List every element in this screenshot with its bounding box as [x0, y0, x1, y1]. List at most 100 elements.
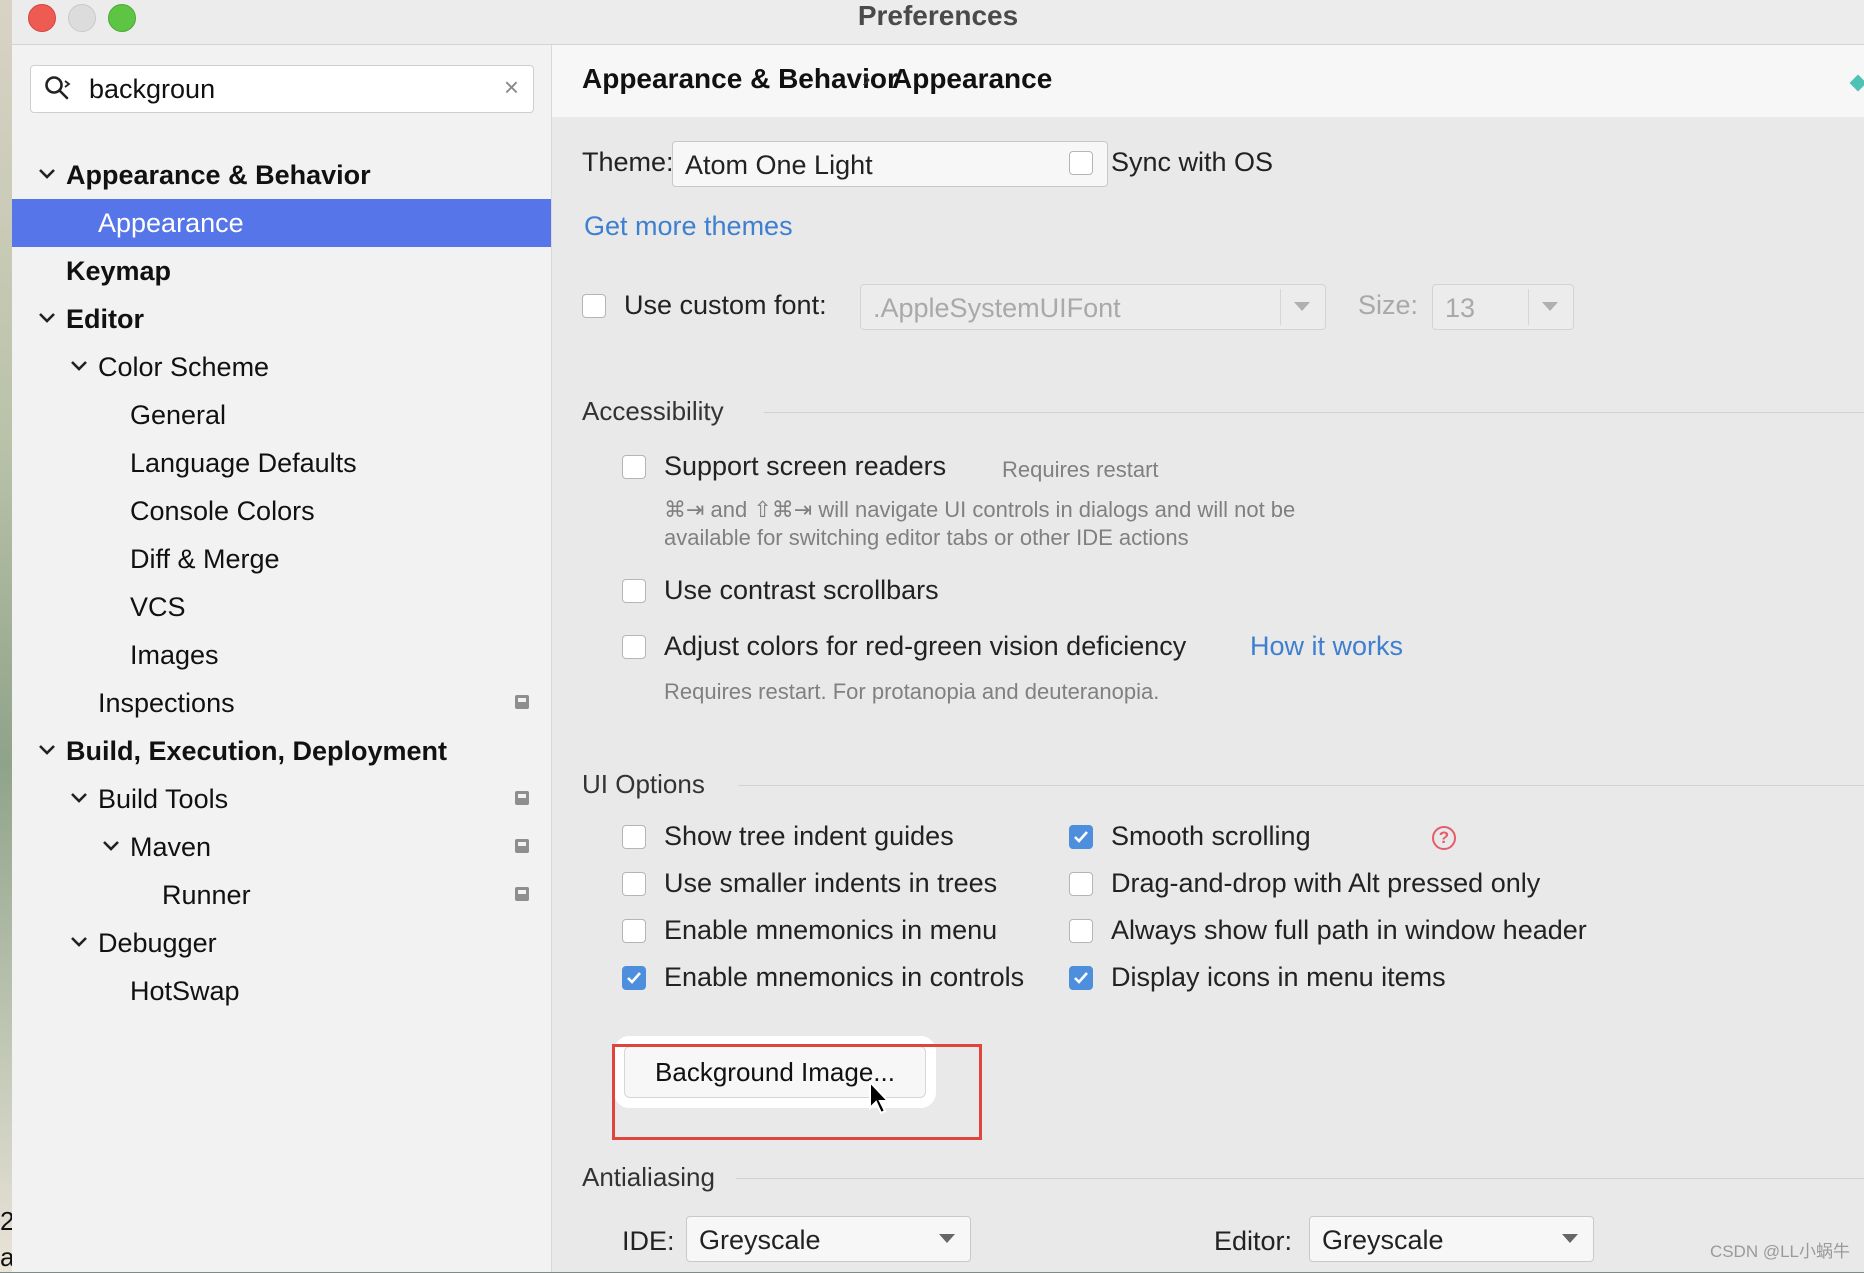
font-size-label: Size:	[1358, 290, 1419, 320]
tree-item-label: General	[130, 400, 227, 430]
tree-item-label: HotSwap	[130, 976, 240, 1006]
chevron-down-icon[interactable]	[38, 151, 58, 199]
clear-search-icon[interactable]: ×	[504, 72, 519, 103]
tree-item-keymap[interactable]: Keymap	[12, 247, 551, 295]
how-it-works-link[interactable]: How it works	[1250, 631, 1403, 662]
tree-item-build-tools[interactable]: Build Tools	[12, 775, 551, 823]
tree-item-label: Maven	[130, 832, 212, 862]
ide-antialiasing-dropdown[interactable]: Greyscale	[686, 1216, 971, 1262]
search-icon	[43, 74, 73, 104]
sync-with-os-checkbox[interactable]	[1069, 151, 1093, 175]
tree-item-label: Keymap	[66, 256, 172, 286]
chevron-down-icon[interactable]	[38, 727, 58, 775]
project-settings-icon	[515, 695, 529, 709]
tree-item-language-defaults[interactable]: Language Defaults	[12, 439, 551, 487]
ui-option-checkbox[interactable]	[622, 825, 646, 849]
antialiasing-section-title: Antialiasing	[582, 1162, 715, 1192]
ui-option-label: Use smaller indents in trees	[664, 868, 998, 898]
ide-antialiasing-label: IDE:	[622, 1226, 675, 1256]
tree-item-label: Images	[130, 640, 219, 670]
color-deficiency-label: Adjust colors for red-green vision defic…	[664, 631, 1187, 661]
chevron-down-icon[interactable]	[70, 919, 90, 967]
tree-item-appearance[interactable]: Appearance	[12, 199, 551, 247]
project-settings-icon	[515, 791, 529, 805]
watermark: CSDN @LL小蜗牛	[1709, 1242, 1850, 1261]
tree-item-color-scheme[interactable]: Color Scheme	[12, 343, 551, 391]
ui-option-checkbox[interactable]	[1069, 825, 1093, 849]
ui-option-label: Drag-and-drop with Alt pressed only	[1111, 868, 1541, 898]
tree-item-general[interactable]: General	[12, 391, 551, 439]
ui-option-checkbox[interactable]	[622, 872, 646, 896]
chevron-down-icon[interactable]	[70, 775, 90, 823]
window-title: Preferences	[857, 0, 1019, 31]
contrast-scrollbars-checkbox[interactable]	[622, 579, 646, 603]
contrast-scrollbars-label: Use contrast scrollbars	[664, 575, 939, 605]
breadcrumb: Appearance & Behavior › Appearance	[552, 45, 1864, 117]
ui-option-label: Enable mnemonics in controls	[664, 962, 1025, 992]
project-settings-icon	[515, 887, 529, 901]
tree-item-editor[interactable]: Editor	[12, 295, 551, 343]
tree-item-label: Appearance & Behavior	[66, 160, 371, 190]
theme-label: Theme:	[582, 147, 674, 177]
ui-option-checkbox[interactable]	[622, 966, 646, 990]
tree-item-label: Debugger	[98, 928, 217, 958]
ui-option-checkbox[interactable]	[622, 919, 646, 943]
diamond-icon	[1849, 74, 1864, 92]
chevron-down-icon[interactable]	[70, 343, 90, 391]
tree-item-vcs[interactable]: VCS	[12, 583, 551, 631]
theme-value: Atom One Light	[685, 150, 873, 180]
tree-item-label: Inspections	[98, 688, 235, 718]
section-divider	[738, 785, 1864, 786]
get-more-themes-link[interactable]: Get more themes	[584, 211, 793, 242]
accessibility-section-title: Accessibility	[582, 396, 724, 426]
chevron-down-icon[interactable]	[38, 295, 58, 343]
breadcrumb-current: Appearance	[892, 63, 1053, 94]
tree-item-runner[interactable]: Runner	[12, 871, 551, 919]
title-bar: Preferences	[12, 0, 1864, 45]
chevron-down-icon[interactable]	[102, 823, 122, 871]
ui-option-checkbox[interactable]	[1069, 872, 1093, 896]
chevron-down-icon	[1549, 1217, 1593, 1261]
tree-item-label: Diff & Merge	[130, 544, 280, 574]
tree-item-inspections[interactable]: Inspections	[12, 679, 551, 727]
tree-item-label: Color Scheme	[98, 352, 270, 382]
font-dropdown[interactable]: .AppleSystemUIFont	[860, 284, 1326, 330]
tree-item-build-execution-deployment[interactable]: Build, Execution, Deployment	[12, 727, 551, 775]
font-size-dropdown[interactable]: 13	[1432, 284, 1574, 330]
settings-search-field[interactable]: backgroun ×	[30, 65, 534, 113]
chevron-down-icon	[1281, 285, 1325, 329]
editor-antialiasing-value: Greyscale	[1322, 1225, 1444, 1255]
section-divider	[764, 412, 1864, 413]
tree-item-console-colors[interactable]: Console Colors	[12, 487, 551, 535]
desktop-background	[0, 0, 12, 1272]
tree-item-hotswap[interactable]: HotSwap	[12, 967, 551, 1015]
breadcrumb-parent[interactable]: Appearance & Behavior	[582, 63, 898, 95]
sync-with-os-label: Sync with OS	[1111, 147, 1274, 177]
screen-readers-hint: ⌘⇥ and ⇧⌘⇥ will navigate UI controls in …	[664, 497, 1296, 522]
tree-item-debugger[interactable]: Debugger	[12, 919, 551, 967]
tree-item-appearance-behavior[interactable]: Appearance & Behavior	[12, 151, 551, 199]
support-screen-readers-label: Support screen readers	[664, 451, 947, 481]
editor-antialiasing-dropdown[interactable]: Greyscale	[1309, 1216, 1594, 1262]
section-divider	[736, 1178, 1864, 1179]
ui-option-checkbox[interactable]	[1069, 919, 1093, 943]
tree-item-images[interactable]: Images	[12, 631, 551, 679]
requires-restart-note: Requires restart	[1002, 457, 1159, 482]
custom-font-checkbox[interactable]	[582, 294, 606, 318]
mouse-cursor-icon	[869, 1080, 891, 1115]
preferences-window: Preferences backgroun × Appearance & Beh…	[12, 0, 1864, 1272]
ui-option-label: Smooth scrolling	[1111, 821, 1311, 851]
tree-item-label: Runner	[162, 880, 251, 910]
tree-item-diff-merge[interactable]: Diff & Merge	[12, 535, 551, 583]
tree-item-label: Build Tools	[98, 784, 229, 814]
ui-option-checkbox[interactable]	[1069, 966, 1093, 990]
color-deficiency-checkbox[interactable]	[622, 635, 646, 659]
search-input[interactable]: backgroun	[89, 74, 215, 105]
theme-dropdown[interactable]: Atom One Light	[672, 141, 1108, 187]
chevron-down-icon	[1529, 285, 1573, 329]
tree-item-label: Build, Execution, Deployment	[66, 736, 448, 766]
help-icon[interactable]: ?	[1432, 826, 1456, 850]
support-screen-readers-checkbox[interactable]	[622, 455, 646, 479]
tree-item-maven[interactable]: Maven	[12, 823, 551, 871]
tree-item-label: Appearance	[98, 208, 244, 238]
